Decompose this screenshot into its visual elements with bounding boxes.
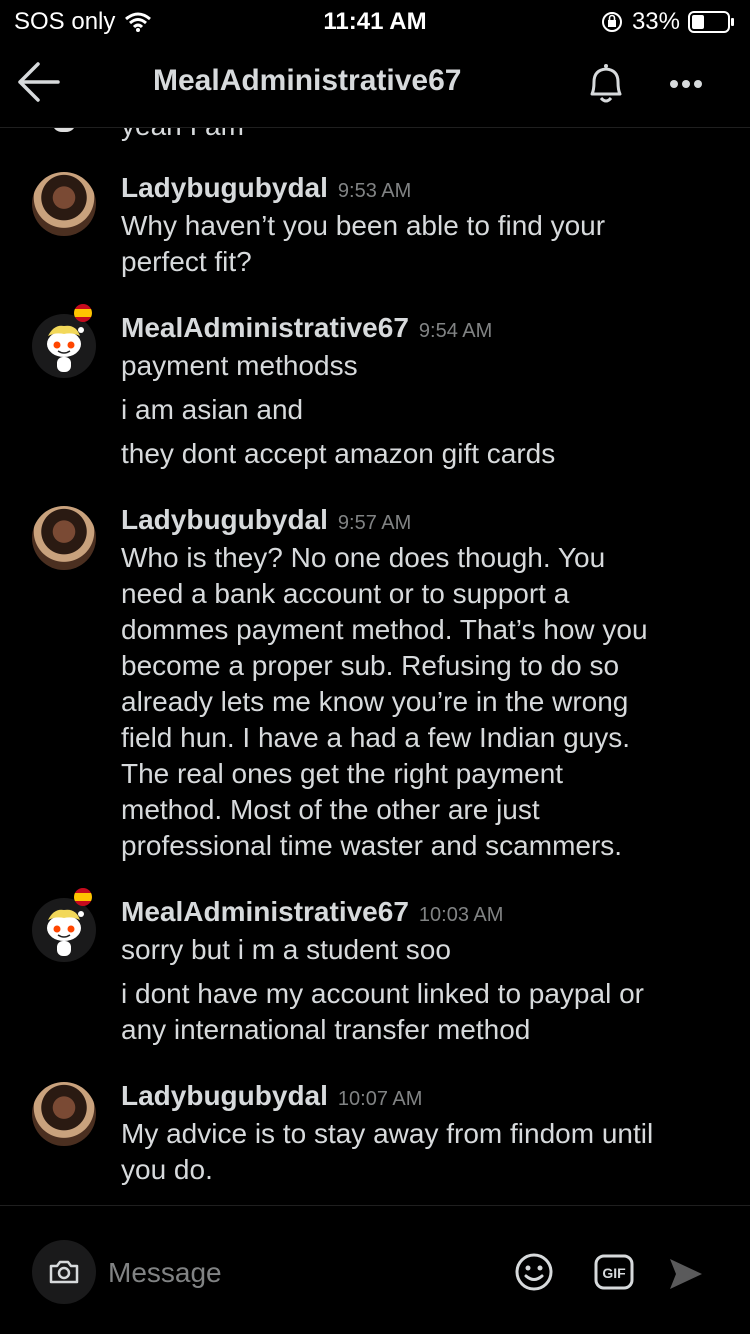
message-meta: Ladybugubydal 9:53 AM xyxy=(121,172,721,208)
message-time: 10:03 AM xyxy=(418,904,504,926)
message-meta: MealAdministrative67 9:54 AM xyxy=(121,312,721,348)
message-meta: Ladybugubydal 9:57 AM xyxy=(121,504,721,540)
message-text: field hun. I have a had a few Indian guy… xyxy=(121,722,631,753)
cutoff-message-text: yeah I am xyxy=(121,128,244,142)
message-composer: GIF xyxy=(0,1205,750,1334)
message-text: Who is they? No one does though. You xyxy=(121,542,606,573)
author-name[interactable]: Ladybugubydal xyxy=(121,172,328,204)
message-text: payment methodss xyxy=(121,350,358,381)
gif-label: GIF xyxy=(602,1265,626,1281)
author-name[interactable]: Ladybugubydal xyxy=(121,504,328,536)
spain-flag-icon xyxy=(74,888,92,906)
user-avatar[interactable] xyxy=(32,506,96,570)
message-body: MealAdministrative67 9:54 AM payment met… xyxy=(121,312,721,472)
message-text: dommes payment method. That’s how you xyxy=(121,614,648,645)
message-time: 9:54 AM xyxy=(418,320,493,342)
orientation-lock-icon xyxy=(601,12,622,32)
message-list[interactable]: yeah I am Ladybugubydal 9:53 AM Why have… xyxy=(0,128,750,1204)
user-avatar[interactable] xyxy=(32,1082,96,1146)
author-name[interactable]: MealAdministrative67 xyxy=(121,896,409,928)
status-bar: SOS only 11:41 AM 33% xyxy=(0,0,750,42)
send-icon[interactable] xyxy=(668,1256,704,1292)
message-text: you do. xyxy=(121,1154,213,1185)
chat-title: MealAdministrative67 xyxy=(153,64,462,97)
message-meta: Ladybugubydal 10:07 AM xyxy=(121,1080,721,1116)
message-text: i dont have my account linked to paypal … xyxy=(121,978,644,1045)
message-text: perfect fit? xyxy=(121,246,252,277)
author-name[interactable]: Ladybugubydal xyxy=(121,1080,328,1112)
chat-header: MealAdministrative67 xyxy=(0,42,750,128)
message-text: The real ones get the right payment xyxy=(121,758,564,789)
message-body: Ladybugubydal 9:57 AM Who is they? No on… xyxy=(121,504,721,864)
status-right: 33% xyxy=(600,8,736,36)
message-time: 9:53 AM xyxy=(337,180,412,202)
message-text: they dont accept amazon gift cards xyxy=(121,438,556,469)
user-avatar[interactable] xyxy=(32,172,96,236)
message-time: 10:07 AM xyxy=(337,1088,423,1110)
snoo-avatar[interactable] xyxy=(32,314,96,378)
message-text: already lets me know you’re in the wrong xyxy=(121,686,629,717)
battery-percent: 33% xyxy=(631,8,680,35)
message-text: professional time waster and scammers. xyxy=(121,830,623,861)
message-time: 9:57 AM xyxy=(337,512,412,534)
bell-icon[interactable] xyxy=(580,58,632,110)
battery-icon xyxy=(688,11,734,33)
message-text: need a bank account or to support a xyxy=(121,578,570,609)
message-text: become a proper sub. Refusing to do so xyxy=(121,650,620,681)
message-text: sorry but i m a student soo xyxy=(121,934,451,965)
message-text: My advice is to stay away from findom un… xyxy=(121,1118,654,1149)
avatar-cutoff xyxy=(52,128,76,132)
back-arrow-icon[interactable] xyxy=(14,56,66,108)
message-text: method. Most of the other are just xyxy=(121,794,540,825)
message-body: Ladybugubydal 9:53 AM Why haven’t you be… xyxy=(121,172,721,280)
author-name[interactable]: MealAdministrative67 xyxy=(121,312,409,344)
message-body: MealAdministrative67 10:03 AM sorry but … xyxy=(121,896,721,1048)
more-options-icon[interactable] xyxy=(660,58,712,110)
spain-flag-icon xyxy=(74,304,92,322)
camera-button[interactable] xyxy=(32,1240,96,1304)
gif-icon[interactable]: GIF xyxy=(594,1254,634,1290)
emoji-icon[interactable] xyxy=(514,1252,554,1292)
snoo-icon xyxy=(47,325,84,372)
message-text: i am asian and xyxy=(121,394,304,425)
snoo-icon xyxy=(47,909,84,956)
message-body: Ladybugubydal 10:07 AM My advice is to s… xyxy=(121,1080,721,1188)
message-text: Why haven’t you been able to find your xyxy=(121,210,606,241)
camera-icon xyxy=(49,1260,79,1284)
message-meta: MealAdministrative67 10:03 AM xyxy=(121,896,721,932)
snoo-avatar[interactable] xyxy=(32,898,96,962)
message-input[interactable] xyxy=(108,1250,488,1296)
